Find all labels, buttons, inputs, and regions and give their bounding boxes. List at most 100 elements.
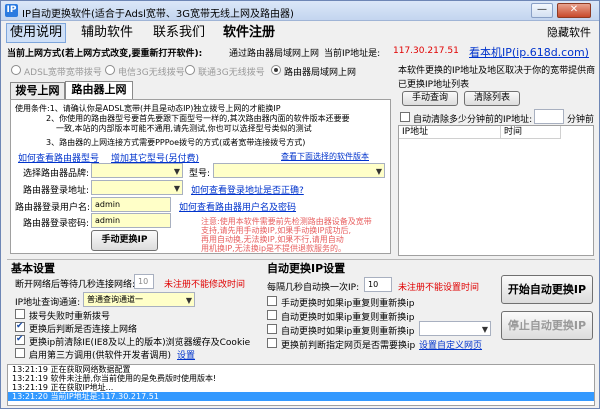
ip-list-title: 已更换IP地址列表: [398, 80, 470, 90]
auto-interval-note: 未注册不能设置时间: [398, 283, 480, 293]
radio-router-label: 路由器局域网上网: [284, 68, 357, 78]
chevron-down-icon: ▼: [375, 167, 382, 176]
tab-dialup[interactable]: 拨号上网: [10, 82, 65, 99]
tab-router[interactable]: 路由器上网: [65, 81, 133, 99]
check-connected-label: 更换后判断是否连接上网络: [29, 325, 138, 335]
minimize-button[interactable]: —: [531, 3, 553, 18]
auto-repeat-label: 自动更换时如果ip重复则重新换ip: [281, 313, 415, 323]
view-model-link[interactable]: 如何查看路由器型号: [18, 151, 99, 164]
repeat-mode-select[interactable]: ▼: [419, 321, 491, 336]
current-ip: 117.30.217.51: [393, 46, 459, 56]
mode-value: 通过路由器局域网上网: [229, 49, 320, 59]
check-page-label: 更换前判断指定网页是否需要换ip: [281, 341, 416, 351]
login-address-label: 路由器登录地址:: [23, 186, 90, 196]
app-icon: IP: [5, 4, 18, 17]
radio-unicom-3g-label: 联通3G无线拨号: [198, 68, 265, 78]
manual-change-ip-button[interactable]: 手动更换IP: [91, 230, 158, 251]
warning-note-4: 用机换IP,无法换ip是不提供退款服务的。: [201, 244, 347, 253]
col-ip-address[interactable]: IP地址: [399, 126, 501, 139]
log-line: 13:21:20 当前IP地址是:117.30.217.51: [8, 392, 594, 401]
basic-settings-title: 基本设置: [11, 262, 55, 275]
settings-link[interactable]: 设置: [177, 348, 195, 361]
log-panel[interactable]: 13:21:19 正在获取网络数据配置 13:21:19 软件未注册,你当前使用…: [7, 364, 595, 406]
radio-adsl[interactable]: [11, 65, 21, 75]
query-channel-label: IP地址查询通道:: [15, 298, 81, 308]
close-button[interactable]: ✕: [557, 3, 591, 18]
wait-seconds-note: 未注册不能修改时间: [164, 280, 246, 290]
log-line: 13:21:19 软件未注册,你当前使用的是免费版时使用版本!: [12, 374, 217, 383]
mode-label: 当前上网方式(若上网方式改变,要重新打开软件):: [7, 49, 203, 59]
view-version-link[interactable]: 查看下面选择的软件版本: [281, 151, 369, 162]
usage-line-2: 2、你使用的路由器型号要首先要跟下面型号一样的,其次路由器内面的软件版本还要要: [46, 114, 350, 123]
log-line: 13:21:19 正在获取IP地址...: [12, 383, 114, 392]
title-bar[interactable]: IP IP自动更换软件(适合于Adsl宽带、3G宽带无线上网及路由器) — □ …: [1, 1, 599, 21]
auto-settings-title: 自动更换IP设置: [267, 262, 346, 275]
auto-clear-unit: 分钟前: [567, 115, 595, 125]
query-channel-select[interactable]: 普通查询通道一 ▼: [83, 292, 195, 307]
manual-repeat-checkbox[interactable]: [267, 296, 277, 306]
username-input[interactable]: admin: [91, 197, 171, 212]
auto-repeat-checkbox[interactable]: [267, 310, 277, 320]
query-channel-value: 普通查询通道一: [87, 295, 143, 304]
auto-repeat-2-checkbox[interactable]: [267, 324, 277, 334]
check-page-checkbox[interactable]: [267, 338, 277, 348]
radio-telecom-3g-label: 电信3G无线拨号: [118, 68, 185, 78]
model-label: 型号:: [189, 169, 211, 179]
chevron-down-icon: ▼: [173, 167, 180, 176]
menu-register[interactable]: 软件注册: [223, 23, 275, 43]
usage-line-1: 使用条件:1、请确认你是ADSL宽带(并且是动态IP)独立拨号上网的才能换IP: [15, 104, 281, 113]
view-credentials-link[interactable]: 如何查看路由器用户名及密码: [179, 200, 296, 213]
ip-provider-desc: 本软件更换的IP地址及地区取决于你的宽带提供商: [398, 66, 596, 76]
warning-note-3: 再用自动换,无法换IP,如果不行,请用自动: [201, 235, 344, 244]
log-line: 13:21:19 正在获取网络数据配置: [12, 365, 131, 374]
hide-software-button[interactable]: 隐藏软件: [547, 23, 591, 43]
window-title: IP自动更换软件(适合于Adsl宽带、3G宽带无线上网及路由器): [22, 9, 294, 20]
auto-repeat-2-label: 自动更换时如果ip重复则重新换ip: [281, 327, 415, 337]
ip-history-table[interactable]: IP地址 时间: [398, 125, 594, 256]
menu-tools[interactable]: 辅助软件: [81, 23, 133, 43]
wait-seconds-input[interactable]: 10: [134, 274, 154, 289]
ip-label: 当前IP地址是:: [324, 49, 381, 59]
auto-interval-input[interactable]: 10: [364, 277, 392, 292]
col-time[interactable]: 时间: [501, 126, 561, 139]
chevron-down-icon: ▼: [173, 184, 180, 193]
usage-line-4: 3、路由器的上网连接方式需要PPPoe拨号的方式(或者宽带连接拨号方式): [46, 138, 306, 147]
main-window: IP IP自动更换软件(适合于Adsl宽带、3G宽带无线上网及路由器) — □ …: [0, 0, 600, 409]
clear-ie-cache-label: 更换ip前清除IE(IE8及以上的版本)浏览器缓存及Cookie: [29, 338, 251, 348]
model-select[interactable]: ▼: [213, 163, 385, 178]
check-ip-link[interactable]: 看本机IP(ip.618d.com): [469, 44, 589, 60]
radio-adsl-label: ADSL宽带宽带拨号: [24, 68, 102, 78]
password-label: 路由器登录密码:: [23, 219, 90, 229]
auto-interval-label: 每隔几秒自动换一次IP:: [267, 283, 360, 293]
brand-select[interactable]: ▼: [91, 163, 183, 178]
auto-clear-label: 自动清除多少分钟前的IP地址:: [413, 115, 533, 125]
third-party-call-checkbox[interactable]: [15, 348, 25, 358]
radio-unicom-3g[interactable]: [185, 65, 195, 75]
chevron-down-icon: ▼: [185, 296, 192, 305]
login-address-select[interactable]: ▼: [91, 180, 183, 195]
start-auto-change-button[interactable]: 开始自动更换IP: [501, 275, 593, 304]
stop-auto-change-button[interactable]: 停止自动更换IP: [501, 311, 593, 340]
check-address-link[interactable]: 如何查看登录地址是否正确?: [191, 183, 304, 196]
brand-label: 选择路由器品牌:: [23, 169, 90, 179]
redial-on-fail-checkbox[interactable]: [15, 309, 25, 319]
menu-contact[interactable]: 联系我们: [153, 23, 205, 43]
custom-page-link[interactable]: 设置自定义网页: [419, 338, 482, 351]
radio-router[interactable]: [271, 65, 281, 75]
redial-on-fail-label: 拨号失败时重新拨号: [29, 312, 111, 322]
warning-note-2: 支持,请先用手动换IP,如果手动换IP成功后,: [201, 226, 351, 235]
auto-clear-checkbox[interactable]: [400, 112, 410, 122]
clear-list-button[interactable]: 清除列表: [464, 91, 520, 106]
auto-clear-minutes-input[interactable]: [534, 109, 564, 124]
wait-seconds-label: 断开网络后等待几秒连接网络:: [15, 280, 136, 290]
username-label: 路由器登录用户名:: [15, 203, 91, 213]
radio-telecom-3g[interactable]: [105, 65, 115, 75]
query-button[interactable]: 手动查询: [402, 91, 458, 106]
password-input[interactable]: admin: [91, 213, 171, 228]
manual-repeat-label: 手动更换时如果ip重复则重新换ip: [281, 299, 415, 309]
clear-ie-cache-checkbox[interactable]: [15, 334, 25, 345]
chevron-down-icon: ▼: [481, 325, 488, 334]
third-party-call-label: 启用第三方调用(供软件开发者调用): [29, 351, 172, 361]
check-connected-checkbox[interactable]: [15, 321, 25, 332]
menu-usage[interactable]: 使用说明: [6, 23, 67, 43]
